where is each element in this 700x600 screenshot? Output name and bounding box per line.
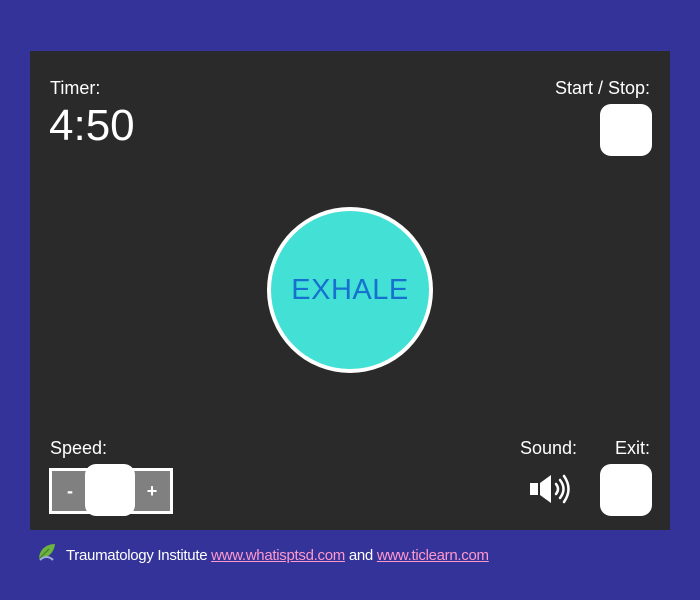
speed-slider-handle[interactable] [85,464,135,516]
breathing-circle: EXHALE [267,207,433,373]
speed-increase-button[interactable]: + [134,471,170,511]
whatisptsd-link[interactable]: www.whatisptsd.com [211,547,345,564]
speaker-icon[interactable] [529,472,573,506]
speed-label: Speed: [50,438,108,458]
footer-and-text: and [348,547,373,564]
ticlearn-link[interactable]: www.ticlearn.com [377,547,489,564]
leaf-icon [36,541,58,563]
footer-credits: Traumatology Institute www.whatisptsd.co… [66,547,489,564]
start-stop-label: Start / Stop: [554,78,650,98]
footer-org-name: Traumatology Institute [66,547,208,564]
speed-decrease-button[interactable]: - [52,471,88,511]
breath-phase-text: EXHALE [291,273,409,306]
exit-label: Exit: [614,438,650,458]
exit-button[interactable] [600,464,652,516]
sound-label: Sound: [520,438,578,458]
start-stop-button[interactable] [600,104,652,156]
timer-label: Timer: [50,78,101,98]
timer-display: 4:50 [49,101,135,150]
breathing-panel: Timer: 4:50 Start / Stop: EXHALE Speed: … [30,51,670,530]
